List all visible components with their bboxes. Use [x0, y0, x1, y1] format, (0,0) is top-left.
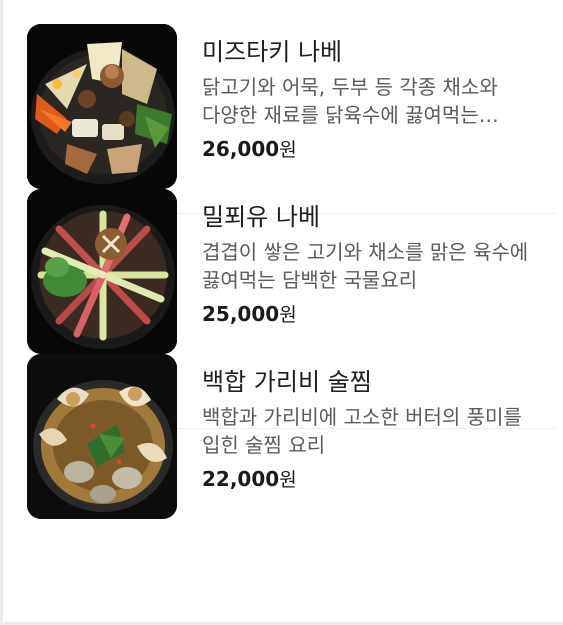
- menu-item-price: 25,000원: [202, 301, 556, 328]
- menu-item-info: 백합 가리비 술찜 백합과 가리비에 고소한 버터의 풍미를 입힌 술찜 요리 …: [202, 354, 556, 519]
- menu-item-name: 미즈타키 나베: [202, 38, 343, 66]
- price-value: 22,000: [202, 467, 280, 491]
- menu-item-description: 닭고기와 어묵, 두부 등 각종 채소와 다양한 재료를 닭육수에 끓여먹는 전…: [202, 75, 498, 127]
- price-value: 25,000: [202, 302, 280, 326]
- menu-list: 미즈타키 나베 닭고기와 어묵, 두부 등 각종 채소와 다양한 재료를 닭육수…: [27, 24, 556, 519]
- menu-item-description: 겹겹이 쌓은 고기와 채소를 맑은 육수에 끓여먹는 담백한 국물요리: [202, 240, 529, 292]
- scroll-container-edge: [0, 0, 3, 625]
- menu-item-mizutaki[interactable]: 미즈타키 나베 닭고기와 어묵, 두부 등 각종 채소와 다양한 재료를 닭육수…: [27, 24, 556, 189]
- menu-item-description: 백합과 가리비에 고소한 버터의 풍미를 입힌 술찜 요리: [202, 405, 522, 457]
- mille-feuille-nabe-photo: [27, 189, 177, 354]
- price-currency: 원: [279, 139, 297, 161]
- menu-item-name: 밀푀유 나베: [202, 203, 321, 231]
- mizutaki-nabe-photo: [27, 24, 177, 189]
- price-value: 26,000: [202, 137, 280, 161]
- menu-item-price: 26,000원: [202, 136, 556, 163]
- price-currency: 원: [279, 304, 297, 326]
- menu-item-millefeuille[interactable]: 밀푀유 나베 겹겹이 쌓은 고기와 채소를 맑은 육수에 끓여먹는 담백한 국물…: [27, 189, 556, 354]
- clam-scallop-sake-steam-photo: [27, 354, 177, 519]
- menu-item-info: 밀푀유 나베 겹겹이 쌓은 고기와 채소를 맑은 육수에 끓여먹는 담백한 국물…: [202, 189, 556, 354]
- menu-item-info: 미즈타키 나베 닭고기와 어묵, 두부 등 각종 채소와 다양한 재료를 닭육수…: [202, 24, 556, 189]
- price-currency: 원: [279, 469, 297, 491]
- menu-item-clam-scallop[interactable]: 백합 가리비 술찜 백합과 가리비에 고소한 버터의 풍미를 입힌 술찜 요리 …: [27, 354, 556, 519]
- menu-item-price: 22,000원: [202, 466, 556, 493]
- menu-item-name: 백합 가리비 술찜: [202, 368, 372, 396]
